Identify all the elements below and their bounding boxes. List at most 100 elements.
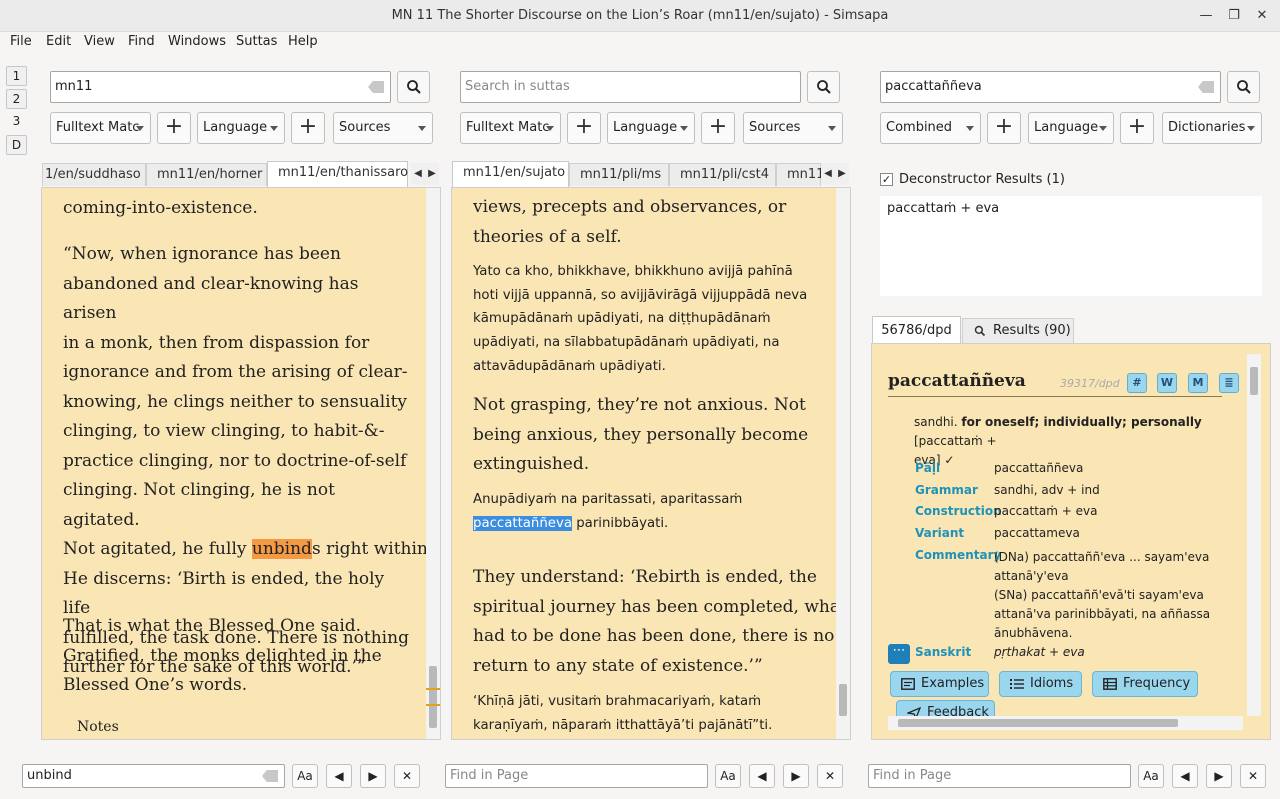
dpd-table-button[interactable]: ≣	[1219, 373, 1239, 393]
line: hoti vijjā uppannā, so avijjāvirāgā vijj…	[473, 287, 808, 303]
left-scrollbar[interactable]	[426, 188, 440, 739]
menu-file[interactable]: File	[10, 34, 32, 49]
dpd-w-button[interactable]: W	[1157, 373, 1177, 393]
frequency-button[interactable]: Frequency	[1092, 671, 1198, 697]
selected-word[interactable]: paccattaññeva	[473, 515, 572, 531]
maximize-icon[interactable]: ❐	[1224, 6, 1244, 26]
sidebar-button-d[interactable]: D	[6, 135, 27, 155]
right-find-prev-icon[interactable]: ◀	[1172, 764, 1198, 788]
scroll-thumb[interactable]	[1250, 367, 1258, 395]
tab-results[interactable]: Results (90)	[962, 318, 1074, 343]
dictionary-search-input[interactable]: paccattaññeva	[880, 71, 1221, 103]
middle-search-button[interactable]	[807, 71, 840, 103]
close-icon[interactable]: ✕	[1252, 6, 1272, 26]
left-mode-select[interactable]: Fulltext Matc	[50, 112, 151, 144]
tab-scroll-right-icon[interactable]: ▶	[425, 163, 439, 185]
tab-middle-pli-ms[interactable]: mn11/pli/ms	[569, 163, 669, 186]
menu-help[interactable]: Help	[288, 34, 318, 49]
left-sutta-view[interactable]: coming-into-existence. “Now, when ignora…	[41, 187, 441, 740]
tab-scroll-left-icon[interactable]: ◀	[821, 163, 835, 185]
dpd-key-commentary: Commentary	[915, 548, 1002, 562]
dpd-key-variant: Variant	[915, 526, 965, 540]
left-add-source-button[interactable]: +	[291, 112, 325, 144]
dictionary-sources-select[interactable]: Dictionaries	[1162, 112, 1262, 144]
summary-meaning: for oneself; individually; personally	[961, 415, 1202, 429]
middle-find-prev-icon[interactable]: ◀	[749, 764, 775, 788]
minimize-icon[interactable]: —	[1196, 6, 1216, 26]
middle-sources-value: Sources	[749, 120, 801, 135]
dictionary-search-button[interactable]	[1227, 71, 1260, 103]
left-find-close-icon[interactable]: ✕	[394, 764, 420, 788]
sidebar-button-3[interactable]: 3	[6, 112, 27, 132]
tab-left-suddhaso[interactable]: 1/en/suddhaso	[42, 163, 146, 186]
right-find-close-icon[interactable]: ✕	[1240, 764, 1266, 788]
clear-icon[interactable]	[1198, 81, 1214, 93]
dictionary-view[interactable]: paccattaññeva 39317/dpd # W M ≣ sandhi. …	[871, 343, 1271, 740]
idioms-button[interactable]: Idioms	[999, 671, 1082, 697]
scroll-thumb[interactable]	[839, 684, 847, 716]
right-find-next-icon[interactable]: ▶	[1206, 764, 1232, 788]
middle-add-source-button[interactable]: +	[701, 112, 735, 144]
middle-scrollbar[interactable]	[836, 188, 850, 739]
left-paragraph-2: That is what the Blessed One said. Grati…	[63, 612, 382, 701]
clear-icon[interactable]	[262, 770, 278, 782]
middle-find-close-icon[interactable]: ✕	[817, 764, 843, 788]
examples-button[interactable]: Examples	[890, 671, 989, 697]
right-find-input[interactable]: Find in Page	[868, 764, 1131, 788]
middle-sources-select[interactable]: Sources	[743, 112, 843, 144]
middle-search-input[interactable]: Search in suttas	[460, 71, 801, 103]
dictionary-language-value: Language	[1034, 120, 1099, 135]
left-sources-select[interactable]: Sources	[333, 112, 433, 144]
deconstructor-checkbox[interactable]: ✓	[880, 173, 893, 186]
left-find-next-icon[interactable]: ▶	[360, 764, 386, 788]
line: Blessed One’s words.	[63, 675, 248, 695]
tab-middle-pli-cst4[interactable]: mn11/pli/cst4	[669, 163, 776, 186]
search-icon	[407, 80, 421, 94]
left-add-language-button[interactable]: +	[157, 112, 191, 144]
tab-dpd-entry[interactable]: 56786/dpd	[872, 316, 961, 344]
dictionary-vscrollbar[interactable]	[1247, 354, 1261, 716]
dictionary-mode-select[interactable]: Combined	[880, 112, 981, 144]
left-search-button[interactable]	[397, 71, 430, 103]
clear-icon[interactable]	[368, 81, 384, 93]
tab-left-thanissaro[interactable]: mn11/en/thanissaro	[267, 161, 408, 187]
find-marker	[426, 704, 440, 706]
middle-language-select[interactable]: Language	[607, 112, 695, 144]
middle-match-case-button[interactable]: Aa	[715, 764, 741, 788]
dpd-m-button[interactable]: M	[1188, 373, 1208, 393]
left-search-input[interactable]: mn11	[50, 71, 391, 103]
menu-windows[interactable]: Windows	[168, 34, 226, 49]
middle-find-next-icon[interactable]: ▶	[783, 764, 809, 788]
right-match-case-button[interactable]: Aa	[1138, 764, 1164, 788]
left-find-input[interactable]: unbind	[22, 764, 285, 788]
menu-find[interactable]: Find	[128, 34, 155, 49]
left-language-select[interactable]: Language	[197, 112, 285, 144]
line: knowing, he clings neither to sensuality	[63, 391, 408, 412]
tab-scroll-right-icon[interactable]: ▶	[835, 163, 849, 185]
menu-view[interactable]: View	[84, 34, 115, 49]
sidebar-button-1[interactable]: 1	[6, 66, 27, 86]
dictionary-hscrollbar[interactable]	[888, 716, 1243, 730]
middle-mode-select[interactable]: Fulltext Matc	[460, 112, 561, 144]
sidebar-button-2[interactable]: 2	[6, 89, 27, 109]
tab-left-horner[interactable]: mn11/en/horner	[146, 163, 267, 186]
scroll-thumb[interactable]	[429, 666, 437, 728]
middle-search-placeholder: Search in suttas	[465, 79, 570, 94]
left-find-prev-icon[interactable]: ◀	[326, 764, 352, 788]
hscroll-thumb[interactable]	[898, 719, 1178, 727]
middle-find-input[interactable]: Find in Page	[445, 764, 708, 788]
dictionary-language-select[interactable]: Language	[1028, 112, 1114, 144]
tab-scroll-left-icon[interactable]: ◀	[411, 163, 425, 185]
menu-suttas[interactable]: Suttas	[236, 34, 277, 49]
dictionary-add-source-button[interactable]: +	[1120, 112, 1154, 144]
summary-pos: sandhi.	[914, 415, 962, 429]
tab-middle-more[interactable]: mn11	[776, 163, 824, 186]
dpd-hash-button[interactable]: #	[1127, 373, 1147, 393]
middle-sutta-view[interactable]: views, precepts and observances, or theo…	[451, 187, 851, 740]
middle-add-language-button[interactable]: +	[567, 112, 601, 144]
menu-edit[interactable]: Edit	[46, 34, 71, 49]
dictionary-add-language-button[interactable]: +	[987, 112, 1021, 144]
tab-middle-sujato[interactable]: mn11/en/sujato	[452, 161, 569, 187]
left-match-case-button[interactable]: Aa	[292, 764, 318, 788]
more-icon[interactable]: ⋯	[888, 644, 910, 664]
